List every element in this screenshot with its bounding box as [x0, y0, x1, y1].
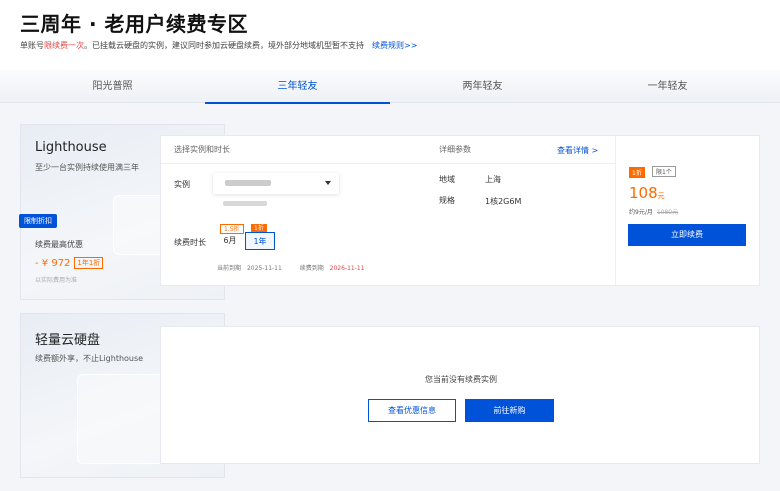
tab-three-year[interactable]: 三年轻友: [205, 70, 390, 104]
instance-label: 实例: [174, 180, 190, 189]
page-subtitle: 单账号限续费一次。已挂载云硬盘的实例，建议同时参加云硬盘续费，境外部分地域机型暂…: [20, 40, 417, 51]
tab-sunshine[interactable]: 阳光普照: [20, 70, 205, 103]
price-unit: 元: [657, 192, 665, 200]
disk-title: 轻量云硬盘: [35, 333, 101, 348]
page-header: 三周年 · 老用户续费专区 单账号限续费一次。已挂载云硬盘的实例，建议同时参加云…: [0, 0, 780, 70]
renew-now-button[interactable]: 立即续费: [628, 224, 746, 246]
instance-select[interactable]: [213, 173, 339, 194]
tab-one-year[interactable]: 一年轻友: [575, 70, 760, 103]
renew-card: 选择实例和时长 详细参数 查看详情 > 实例 续费时长 1.5折 6月 1折 1…: [160, 135, 760, 286]
rules-link[interactable]: 续费规则>>: [372, 41, 417, 50]
page-title: 三周年 · 老用户续费专区: [20, 12, 249, 36]
subtitle-text: 。已挂载云硬盘的实例，建议同时参加云硬盘续费，境外部分地域机型暂不支持: [84, 41, 364, 50]
col-select-header: 选择实例和时长: [174, 145, 230, 154]
best-discount-value: - ¥ 972 1年1折: [35, 257, 104, 269]
renew-expire-date: 2026-11-11: [329, 265, 365, 272]
tab-two-year[interactable]: 两年轻友: [390, 70, 575, 103]
lighthouse-desc: 至少一台实例持续使用满三年: [35, 163, 139, 172]
view-offer-button[interactable]: 查看优惠信息: [368, 399, 456, 422]
duration-label: 续费时长: [174, 238, 206, 247]
current-expire-date: 2025-11-11: [246, 265, 282, 272]
subtitle-highlight: 限续费一次: [44, 41, 84, 50]
buy-column: 1折 限1个 108元 约9元/月 1080元 立即续费: [615, 136, 760, 285]
duration-option-6m[interactable]: 6月: [217, 232, 243, 250]
disk-desc: 续费额外享，不止Lighthouse: [35, 354, 144, 363]
col-params-header: 详细参数: [439, 145, 471, 154]
original-price: 1080元: [656, 209, 679, 216]
renew-table-header: 选择实例和时长 详细参数: [161, 136, 615, 164]
best-discount-label: 续费最高优惠: [35, 240, 83, 249]
limit-tag: 限1个: [652, 166, 676, 177]
price-note: 以实际费用为准: [35, 277, 78, 284]
renew-expire-label: 续费到期: [299, 265, 324, 272]
promo-tag: 限制折扣: [19, 214, 57, 228]
monthly-value: 约9元/月: [629, 209, 653, 216]
empty-state-text: 您当前没有续费实例: [425, 375, 497, 384]
current-expire-label: 当前到期: [217, 265, 242, 272]
price-value: 108: [629, 184, 658, 202]
instance-id-redacted: [223, 201, 267, 206]
duration-option-1y[interactable]: 1年: [245, 232, 275, 250]
disk-empty-card: 您当前没有续费实例 查看优惠信息 前往新购: [160, 326, 760, 464]
tab-bar: 阳光普照 三年轻友 两年轻友 一年轻友: [0, 70, 780, 104]
region-value: 上海: [485, 175, 501, 184]
discount-amount: - ¥ 972: [35, 258, 71, 269]
region-label: 地域: [439, 175, 455, 184]
discount-tag: 1折: [629, 167, 645, 178]
new-purchase-button[interactable]: 前往新购: [465, 399, 554, 422]
lighthouse-title: Lighthouse: [35, 140, 107, 155]
spec-value: 1核2G6M: [485, 197, 522, 206]
view-details-link[interactable]: 查看详情 >: [557, 145, 598, 156]
spec-label: 规格: [439, 196, 455, 205]
discount-badge: 1年1折: [74, 257, 104, 269]
chevron-down-icon: [325, 181, 331, 185]
renew-price: 108元: [629, 184, 665, 202]
monthly-price: 约9元/月 1080元: [629, 207, 678, 216]
subtitle-prefix: 单账号: [20, 41, 44, 50]
expire-info: 当前到期 2025-11-11 续费到期 2026-11-11: [217, 263, 365, 272]
instance-name-redacted: [225, 180, 271, 186]
